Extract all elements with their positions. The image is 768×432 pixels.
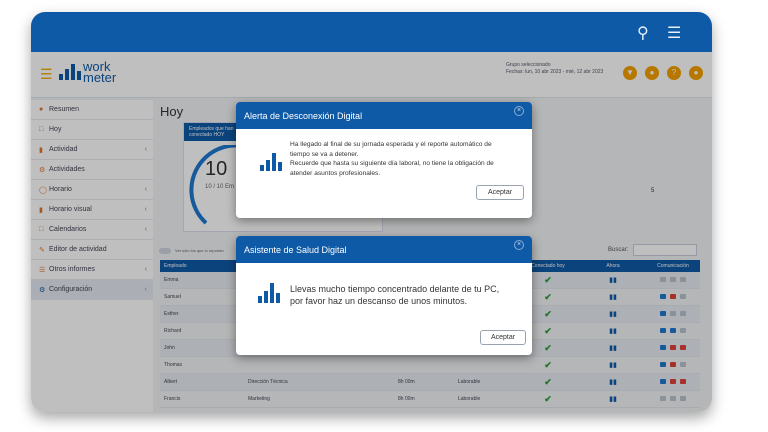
modal-header: Asistente de Salud Digital × xyxy=(236,236,532,263)
app-window: ⚲ ☰ ☰ work meter Grupo seleccionado Fech… xyxy=(31,12,712,412)
digital-health-modal: Asistente de Salud Digital × Llevas much… xyxy=(236,236,532,355)
workmeter-logo-icon xyxy=(260,153,282,171)
close-icon[interactable]: × xyxy=(514,240,524,250)
accept-button[interactable]: Aceptar xyxy=(476,185,524,200)
modal-header: Alerta de Desconexión Digital × xyxy=(236,102,532,129)
accept-button[interactable]: Aceptar xyxy=(480,330,526,345)
search-icon[interactable]: ⚲ xyxy=(637,23,649,43)
disconnection-alert-modal: Alerta de Desconexión Digital × Ha llega… xyxy=(236,102,532,218)
workmeter-logo-icon xyxy=(258,283,280,303)
modal-message: Ha llegado al final de su jornada espera… xyxy=(290,141,494,177)
modal-message: Llevas mucho tiempo concentrado delante … xyxy=(290,284,500,306)
modal-title: Alerta de Desconexión Digital xyxy=(244,110,363,121)
close-icon[interactable]: × xyxy=(514,106,524,116)
modal-title: Asistente de Salud Digital xyxy=(244,244,347,255)
top-bar: ⚲ ☰ xyxy=(31,12,712,52)
menu-icon[interactable]: ☰ xyxy=(667,23,681,43)
